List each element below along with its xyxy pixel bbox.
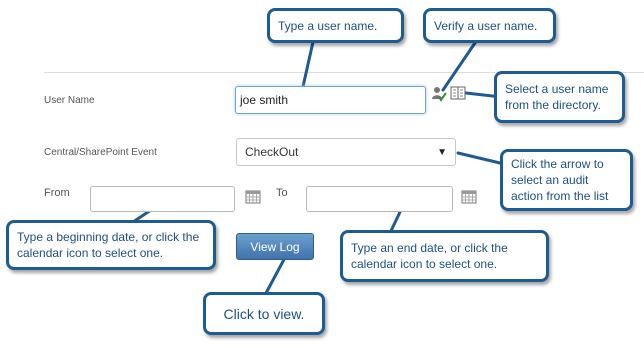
connector-arrow	[456, 151, 502, 165]
calendar-icon[interactable]	[245, 190, 261, 204]
callout-verify-user: Verify a user name.	[423, 8, 556, 43]
user-name-input[interactable]: joe smith	[235, 86, 426, 114]
callout-begin-date: Type a beginning date, or click the cale…	[6, 220, 216, 270]
to-date-input[interactable]	[306, 186, 453, 212]
event-select[interactable]: CheckOut ▼	[236, 138, 456, 166]
dropdown-arrow-icon[interactable]: ▼	[437, 147, 447, 158]
to-label: To	[276, 187, 288, 199]
calendar-icon[interactable]	[461, 190, 477, 204]
callout-select-arrow: Click the arrow to select an audit actio…	[500, 149, 633, 211]
callout-end-date: Type an end date, or click the calendar …	[340, 230, 549, 282]
from-label: From	[44, 187, 70, 199]
callout-click-view: Click to view.	[203, 292, 325, 335]
callout-type-user: Type a user name.	[267, 8, 404, 43]
check-user-icon[interactable]	[431, 86, 447, 102]
event-select-value: CheckOut	[245, 145, 299, 159]
connector-verify-user	[441, 38, 479, 92]
callout-select-user: Select a user name from the directory.	[494, 71, 625, 123]
address-book-icon[interactable]	[450, 86, 466, 100]
event-label: Central/SharePoint Event	[44, 147, 157, 158]
from-date-input[interactable]	[90, 186, 235, 212]
user-name-label: User Name	[44, 95, 95, 106]
view-log-button[interactable]: View Log	[236, 233, 314, 260]
